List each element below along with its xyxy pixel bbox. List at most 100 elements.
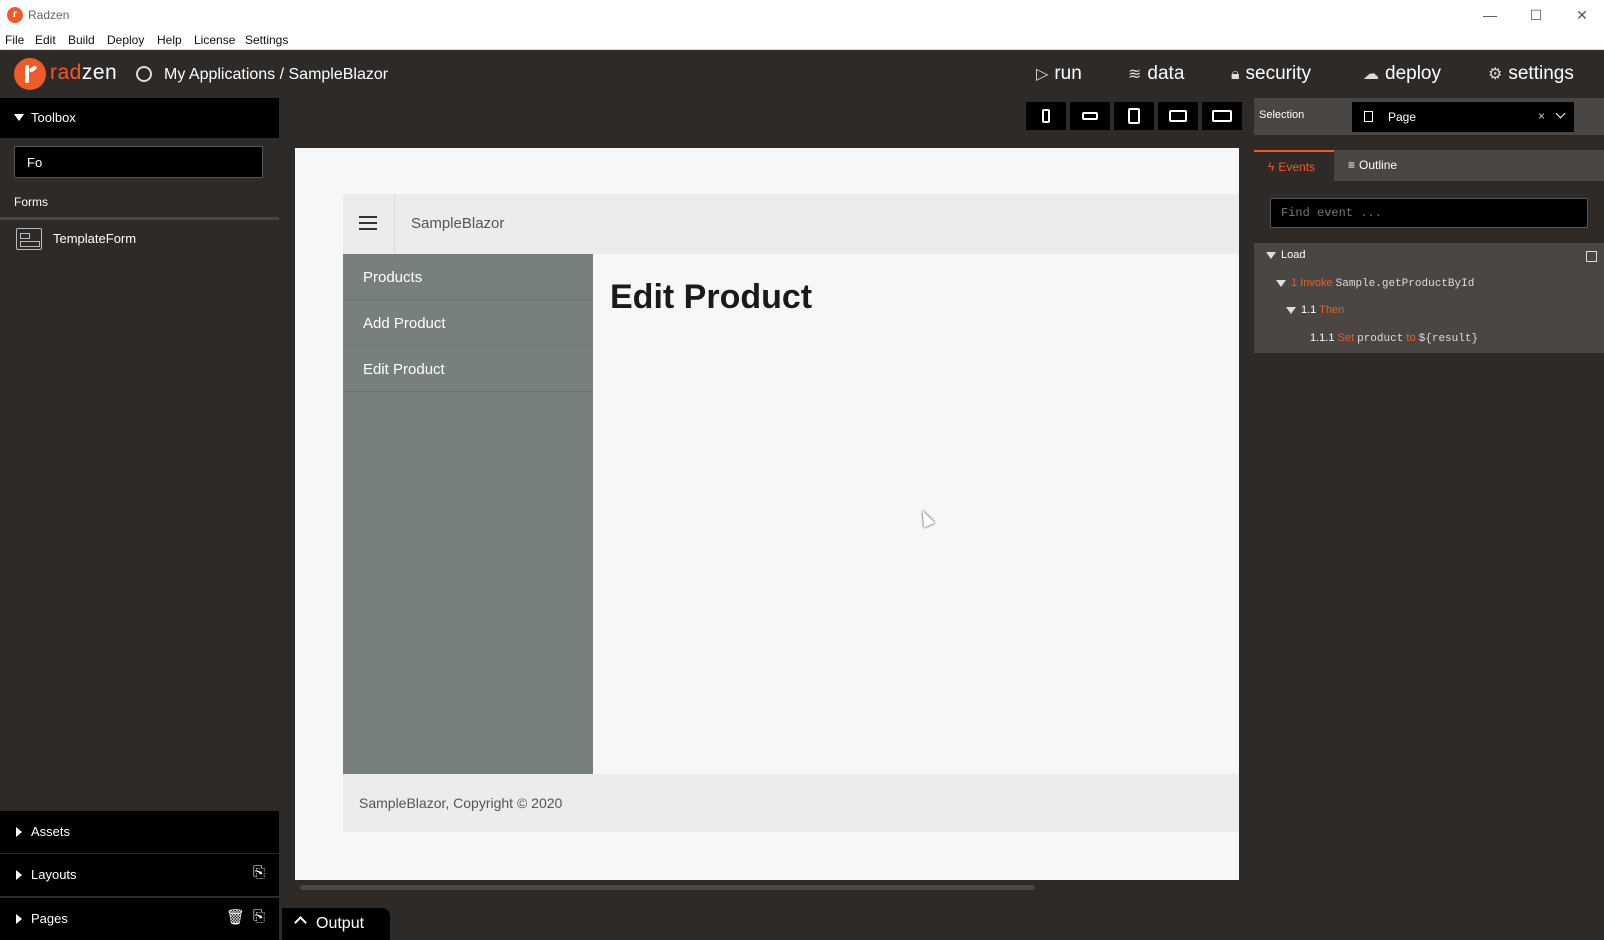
add-layout-icon[interactable]: ⎘ xyxy=(250,864,268,884)
toolbox-title: Toolbox xyxy=(31,110,76,125)
device-phone-portrait-button[interactable] xyxy=(1026,102,1066,130)
toolbox-header[interactable]: Toolbox xyxy=(0,98,279,138)
device-tablet-portrait-button[interactable] xyxy=(1114,102,1154,130)
nav-run[interactable]: ▷ run xyxy=(1036,63,1082,85)
action-set[interactable]: 1.1.1 Set product to ${result} xyxy=(1310,332,1478,345)
brand-wordmark: radzen xyxy=(50,61,117,85)
nav-settings-label: settings xyxy=(1508,63,1574,84)
step-number: 1.1.1 xyxy=(1310,332,1335,344)
action-invoke[interactable]: 1 Invoke Sample.getProductById xyxy=(1276,277,1474,290)
template-form-icon[interactable] xyxy=(16,228,42,250)
output-label: Output xyxy=(316,915,365,932)
preview-app-name: SampleBlazor xyxy=(411,215,505,232)
event-tree: Load 1 Invoke Sample.getProductById 1.1 … xyxy=(1254,243,1604,353)
caret-right-icon xyxy=(16,914,22,924)
clear-selection-icon[interactable]: × xyxy=(1538,109,1545,123)
caret-down-icon xyxy=(1286,306,1296,314)
menu-license[interactable]: License xyxy=(194,33,235,47)
nav-settings[interactable]: ⚙ settings xyxy=(1488,63,1574,85)
caret-down-icon xyxy=(14,114,24,121)
section-layouts[interactable]: Layouts ⎘ xyxy=(0,854,279,896)
preview-nav-add-product[interactable]: Add Product xyxy=(343,300,593,346)
nav-security-label: security xyxy=(1245,63,1311,84)
gear-icon: ⚙ xyxy=(1488,66,1503,83)
design-canvas[interactable]: SampleBlazor Products Add Product Edit P… xyxy=(295,148,1239,880)
toolbox-search-input[interactable] xyxy=(14,146,263,178)
preview-nav-edit-product[interactable]: Edit Product xyxy=(343,346,593,392)
header-divider xyxy=(394,194,395,254)
device-phone-landscape-button[interactable] xyxy=(1070,102,1110,130)
desktop-icon xyxy=(1212,110,1232,122)
app-header: radzen My Applications / SampleBlazor ▷ r… xyxy=(0,50,1604,98)
radzen-mark-icon xyxy=(14,58,46,90)
bolt-icon: ϟ xyxy=(1268,160,1275,174)
step-number: 1.1 xyxy=(1301,304,1317,316)
section-pages[interactable]: Pages 🗑︎ ⎘ xyxy=(0,898,279,940)
event-load[interactable]: Load xyxy=(1266,249,1305,261)
preview-footer[interactable]: SampleBlazor, Copyright © 2020 xyxy=(343,774,1239,832)
menu-build[interactable]: Build xyxy=(68,33,95,47)
preview-page-title[interactable]: Edit Product xyxy=(610,278,812,317)
preview-sidebar[interactable]: Products Add Product Edit Product xyxy=(343,254,593,774)
edit-event-icon[interactable] xyxy=(1586,251,1597,262)
tool-template-form[interactable]: TemplateForm xyxy=(53,231,136,246)
action-then[interactable]: 1.1 Then xyxy=(1286,304,1344,316)
device-desktop-button[interactable] xyxy=(1202,102,1242,130)
delete-page-icon[interactable]: 🗑︎ xyxy=(226,908,245,928)
step-target: Sample.getProductById xyxy=(1335,278,1475,290)
hamburger-menu-icon[interactable] xyxy=(359,216,377,230)
category-divider xyxy=(0,217,279,220)
brand-rest: zen xyxy=(81,61,118,84)
step-value: ${result} xyxy=(1418,333,1479,345)
find-event-input[interactable] xyxy=(1270,198,1588,228)
phone-landscape-icon xyxy=(1082,112,1098,120)
lock-icon: 🔒︎ xyxy=(1231,66,1240,83)
play-icon: ▷ xyxy=(1036,66,1049,83)
tab-outline[interactable]: ≡ Outline xyxy=(1334,150,1434,181)
section-layouts-label: Layouts xyxy=(31,867,77,882)
tablet-portrait-icon xyxy=(1128,108,1140,124)
caret-down-icon xyxy=(1266,251,1276,259)
window-title: Radzen xyxy=(28,8,70,22)
menu-file[interactable]: File xyxy=(5,33,24,47)
tab-events-label: Events xyxy=(1278,160,1316,174)
close-button[interactable]: ✕ xyxy=(1570,4,1594,26)
section-assets[interactable]: Assets xyxy=(0,811,279,853)
step-keyword: Invoke xyxy=(1300,277,1333,289)
menu-deploy[interactable]: Deploy xyxy=(107,33,144,47)
nav-deploy[interactable]: ☁ deploy xyxy=(1363,63,1441,85)
menu-settings[interactable]: Settings xyxy=(245,33,288,47)
breadcrumb[interactable]: My Applications / SampleBlazor xyxy=(164,66,388,84)
menu-edit[interactable]: Edit xyxy=(35,33,56,47)
caret-right-icon xyxy=(16,827,22,837)
menu-help[interactable]: Help xyxy=(157,33,182,47)
caret-down-icon xyxy=(1276,279,1286,287)
outline-icon: ≡ xyxy=(1348,158,1356,172)
caret-right-icon xyxy=(16,870,22,880)
output-tab[interactable]: Output xyxy=(282,908,390,940)
preview-nav-products[interactable]: Products xyxy=(343,254,593,300)
nav-run-label: run xyxy=(1054,63,1082,84)
page-icon xyxy=(1364,111,1373,122)
chevron-down-icon[interactable] xyxy=(1555,108,1566,119)
section-pages-label: Pages xyxy=(31,911,68,926)
chevron-up-icon xyxy=(294,916,307,929)
preview-footer-text: SampleBlazor, Copyright © 2020 xyxy=(359,795,563,811)
nav-security[interactable]: 🔒︎ security xyxy=(1231,63,1311,85)
device-tablet-landscape-button[interactable] xyxy=(1158,102,1198,130)
preview-header[interactable]: SampleBlazor xyxy=(343,194,1239,254)
maximize-button[interactable]: ☐ xyxy=(1524,4,1548,26)
tab-events[interactable]: ϟ Events xyxy=(1254,150,1334,181)
nav-deploy-label: deploy xyxy=(1385,63,1441,84)
selection-dropdown[interactable]: Page × xyxy=(1352,102,1574,132)
step-number: 1 xyxy=(1291,277,1298,289)
event-load-label: Load xyxy=(1281,249,1306,261)
brand-accent: rad xyxy=(50,61,82,84)
add-page-icon[interactable]: ⎘ xyxy=(250,908,268,928)
canvas-horizontal-scrollbar[interactable] xyxy=(300,885,1035,890)
selection-value: Page xyxy=(1388,110,1417,124)
step-keyword: Set xyxy=(1337,332,1355,344)
nav-data[interactable]: ≋ data xyxy=(1128,63,1184,85)
menubar: File Edit Build Deploy Help License Sett… xyxy=(0,30,1604,50)
minimize-button[interactable]: — xyxy=(1478,4,1502,26)
